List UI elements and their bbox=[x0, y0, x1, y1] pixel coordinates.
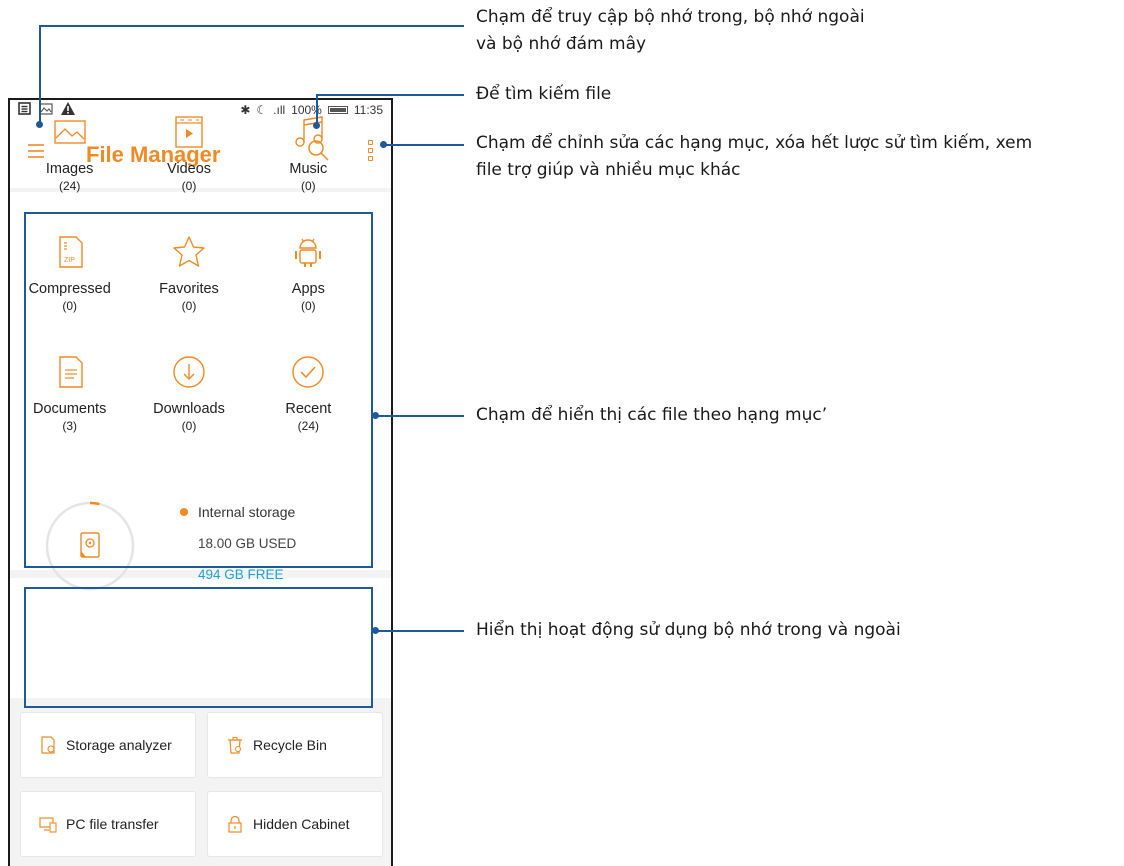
search-leader-line bbox=[316, 94, 464, 96]
hidden-cabinet-button[interactable]: Hidden Cabinet bbox=[207, 791, 383, 857]
categories-leader-line bbox=[376, 415, 464, 417]
tool-label: Recycle Bin bbox=[253, 737, 327, 753]
category-count: (0) bbox=[181, 179, 197, 193]
tool-label: PC file transfer bbox=[66, 816, 159, 832]
menu-leader-line bbox=[39, 25, 464, 27]
options-leader-dot bbox=[380, 141, 387, 148]
callout-line: Chạm để chỉnh sửa các hạng mục, xóa hết … bbox=[476, 133, 1033, 153]
image-icon bbox=[53, 120, 86, 144]
category-images[interactable]: Images (24) bbox=[10, 104, 129, 224]
menu-leader-line bbox=[39, 25, 41, 124]
callout-line: file trợ giúp và nhiều mục khác bbox=[476, 160, 741, 180]
storage-analyzer-button[interactable]: Storage analyzer bbox=[20, 712, 196, 778]
tool-label: Hidden Cabinet bbox=[253, 816, 350, 832]
storage-analyzer-icon bbox=[41, 736, 55, 754]
category-count: (0) bbox=[300, 179, 316, 193]
menu-leader-dot bbox=[36, 121, 43, 128]
categories-leader-dot bbox=[372, 412, 379, 419]
video-icon bbox=[175, 116, 203, 148]
options-leader-line bbox=[384, 144, 464, 146]
callout-categories: Chạm để hiển thị các file theo hạng mục’ bbox=[476, 405, 828, 425]
lock-icon bbox=[228, 815, 242, 833]
pc-transfer-icon bbox=[39, 817, 57, 833]
callout-storage-access: Chạm để truy cập bộ nhớ trong, bộ nhớ ng… bbox=[476, 4, 865, 58]
callout-search: Để tìm kiếm file bbox=[476, 84, 612, 104]
category-label: Music bbox=[289, 161, 328, 177]
storage-highlight-box bbox=[24, 587, 373, 708]
pc-file-transfer-button[interactable]: PC file transfer bbox=[20, 791, 196, 857]
category-music[interactable]: Music (0) bbox=[249, 104, 368, 224]
callout-options: Chạm để chỉnh sửa các hạng mục, xóa hết … bbox=[476, 130, 1032, 184]
tool-label: Storage analyzer bbox=[66, 737, 172, 753]
storage-leader-line bbox=[376, 630, 464, 632]
category-label: Videos bbox=[166, 161, 212, 177]
music-icon bbox=[295, 116, 324, 147]
storage-leader-dot bbox=[372, 627, 379, 634]
category-videos[interactable]: Videos (0) bbox=[129, 104, 248, 224]
recycle-bin-button[interactable]: Recycle Bin bbox=[207, 712, 383, 778]
callout-storage-usage: Hiển thị hoạt động sử dụng bộ nhớ trong … bbox=[476, 620, 901, 640]
recycle-bin-icon bbox=[228, 737, 242, 754]
category-count: (24) bbox=[58, 179, 81, 193]
category-label: Images bbox=[45, 161, 94, 177]
search-leader-dot bbox=[313, 122, 320, 129]
categories-highlight-box bbox=[24, 212, 373, 568]
storage-free: 494 GB FREE bbox=[198, 567, 284, 582]
callout-line: Chạm để truy cập bộ nhớ trong, bộ nhớ ng… bbox=[476, 7, 865, 27]
callout-line: và bộ nhớ đám mây bbox=[476, 34, 647, 54]
